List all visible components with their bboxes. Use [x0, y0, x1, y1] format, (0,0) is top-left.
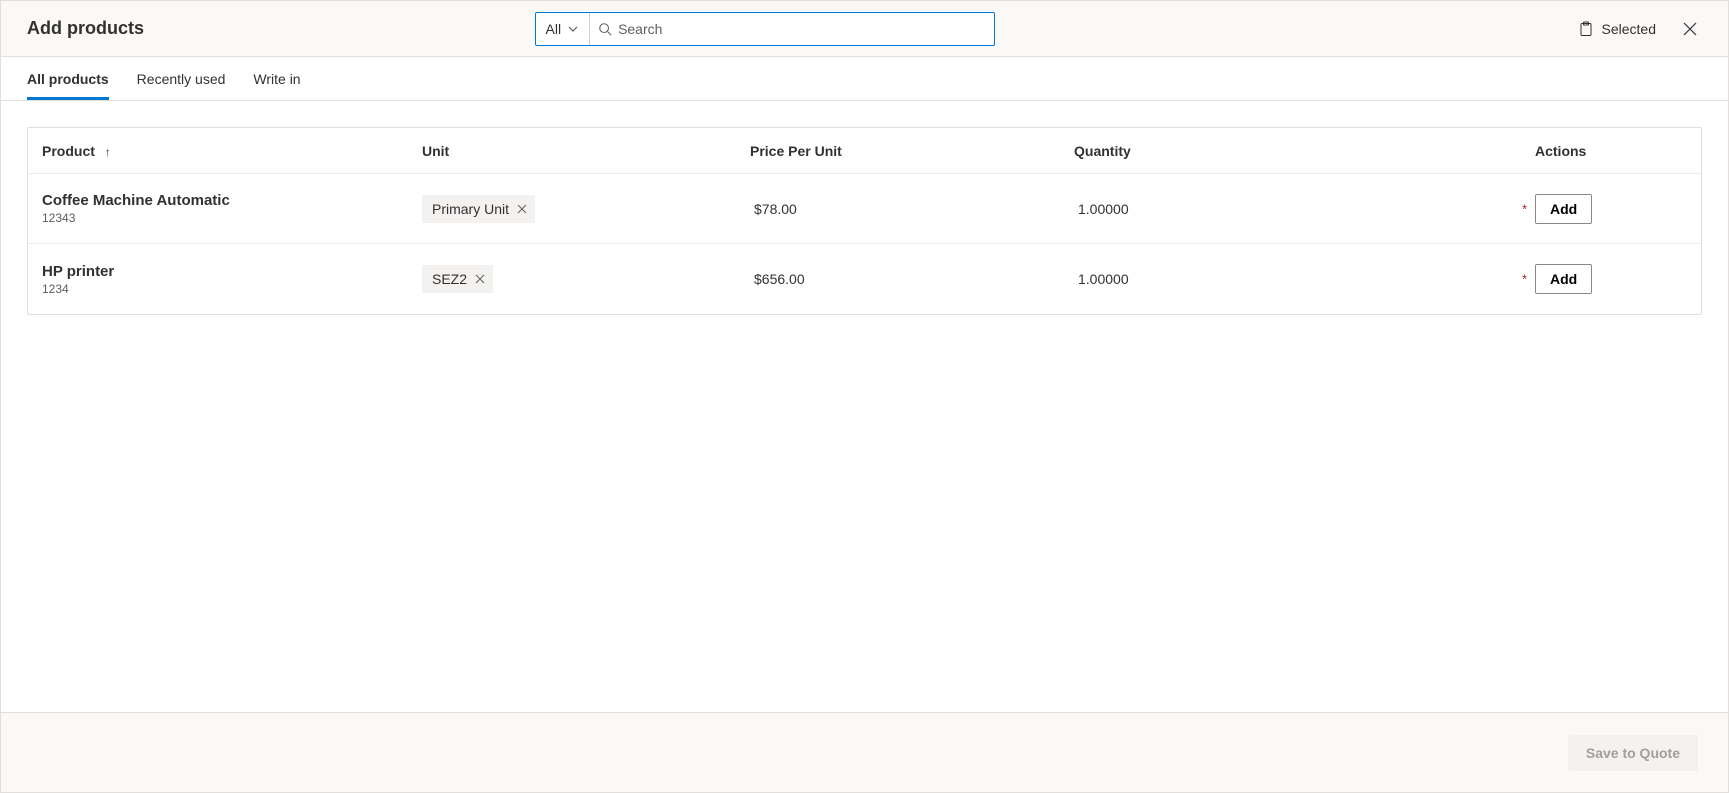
column-header-product[interactable]: Product ↑ — [42, 143, 422, 159]
selected-button[interactable]: Selected — [1578, 21, 1656, 37]
actions-cell: Add — [1535, 194, 1687, 224]
sort-asc-icon: ↑ — [105, 145, 111, 159]
product-code: 12343 — [42, 211, 422, 225]
column-header-actions: Actions — [1535, 143, 1687, 159]
chip-remove-icon[interactable] — [475, 274, 485, 284]
unit-label: SEZ2 — [432, 271, 467, 287]
tab-label: Write in — [253, 71, 300, 87]
tab-all-products[interactable]: All products — [27, 57, 109, 100]
close-button[interactable] — [1678, 17, 1702, 41]
search-filter-label: All — [546, 21, 562, 37]
column-header-quantity[interactable]: Quantity — [1074, 143, 1535, 159]
tab-label: Recently used — [137, 71, 226, 87]
unit-chip[interactable]: SEZ2 — [422, 265, 493, 293]
dialog-header: Add products All Selected — [1, 1, 1728, 57]
unit-cell: Primary Unit — [422, 195, 750, 223]
column-label: Actions — [1535, 143, 1586, 159]
quantity-value: 1.00000 — [1074, 201, 1129, 217]
search-filter-dropdown[interactable]: All — [536, 13, 591, 45]
add-button[interactable]: Add — [1535, 194, 1592, 224]
search-icon — [598, 22, 612, 36]
search-box — [590, 13, 993, 45]
search-input[interactable] — [618, 13, 985, 45]
quantity-value: 1.00000 — [1074, 271, 1129, 287]
unit-chip[interactable]: Primary Unit — [422, 195, 535, 223]
tab-bar: All products Recently used Write in — [1, 57, 1728, 101]
column-label: Price Per Unit — [750, 143, 842, 159]
product-code: 1234 — [42, 282, 422, 296]
required-indicator: * — [1522, 201, 1527, 216]
column-header-unit[interactable]: Unit — [422, 143, 750, 159]
actions-cell: Add — [1535, 264, 1687, 294]
chip-remove-icon[interactable] — [517, 204, 527, 214]
unit-cell: SEZ2 — [422, 265, 750, 293]
product-name: HP printer — [42, 263, 422, 280]
product-table-container: Product ↑ Unit Price Per Unit Quantity A… — [1, 101, 1728, 712]
clipboard-icon — [1578, 21, 1594, 37]
product-cell[interactable]: Coffee Machine Automatic 12343 — [42, 192, 422, 225]
dialog-footer: Save to Quote — [1, 712, 1728, 792]
price-value: $78.00 — [750, 201, 797, 217]
quantity-cell[interactable]: 1.00000 * — [1074, 201, 1535, 217]
price-cell: $78.00 — [750, 201, 1074, 217]
product-row: HP printer 1234 SEZ2 $656.00 1.00000 — [28, 244, 1701, 314]
product-cell[interactable]: HP printer 1234 — [42, 263, 422, 296]
search-group: All — [535, 12, 995, 46]
unit-label: Primary Unit — [432, 201, 509, 217]
tab-write-in[interactable]: Write in — [253, 57, 300, 100]
product-name: Coffee Machine Automatic — [42, 192, 422, 209]
price-value: $656.00 — [750, 271, 805, 287]
save-to-quote-button[interactable]: Save to Quote — [1568, 735, 1698, 771]
tab-label: All products — [27, 71, 109, 87]
add-button[interactable]: Add — [1535, 264, 1592, 294]
price-cell: $656.00 — [750, 271, 1074, 287]
chevron-down-icon — [567, 23, 579, 35]
column-label: Product — [42, 143, 95, 159]
product-row: Coffee Machine Automatic 12343 Primary U… — [28, 174, 1701, 244]
tab-recently-used[interactable]: Recently used — [137, 57, 226, 100]
column-label: Unit — [422, 143, 449, 159]
column-label: Quantity — [1074, 143, 1131, 159]
selected-label: Selected — [1602, 21, 1656, 37]
product-grid: Product ↑ Unit Price Per Unit Quantity A… — [27, 127, 1702, 315]
column-header-price[interactable]: Price Per Unit — [750, 143, 1074, 159]
close-icon — [1682, 21, 1698, 37]
grid-header-row: Product ↑ Unit Price Per Unit Quantity A… — [28, 128, 1701, 174]
quantity-cell[interactable]: 1.00000 * — [1074, 271, 1535, 287]
page-title: Add products — [27, 18, 144, 39]
required-indicator: * — [1522, 272, 1527, 287]
